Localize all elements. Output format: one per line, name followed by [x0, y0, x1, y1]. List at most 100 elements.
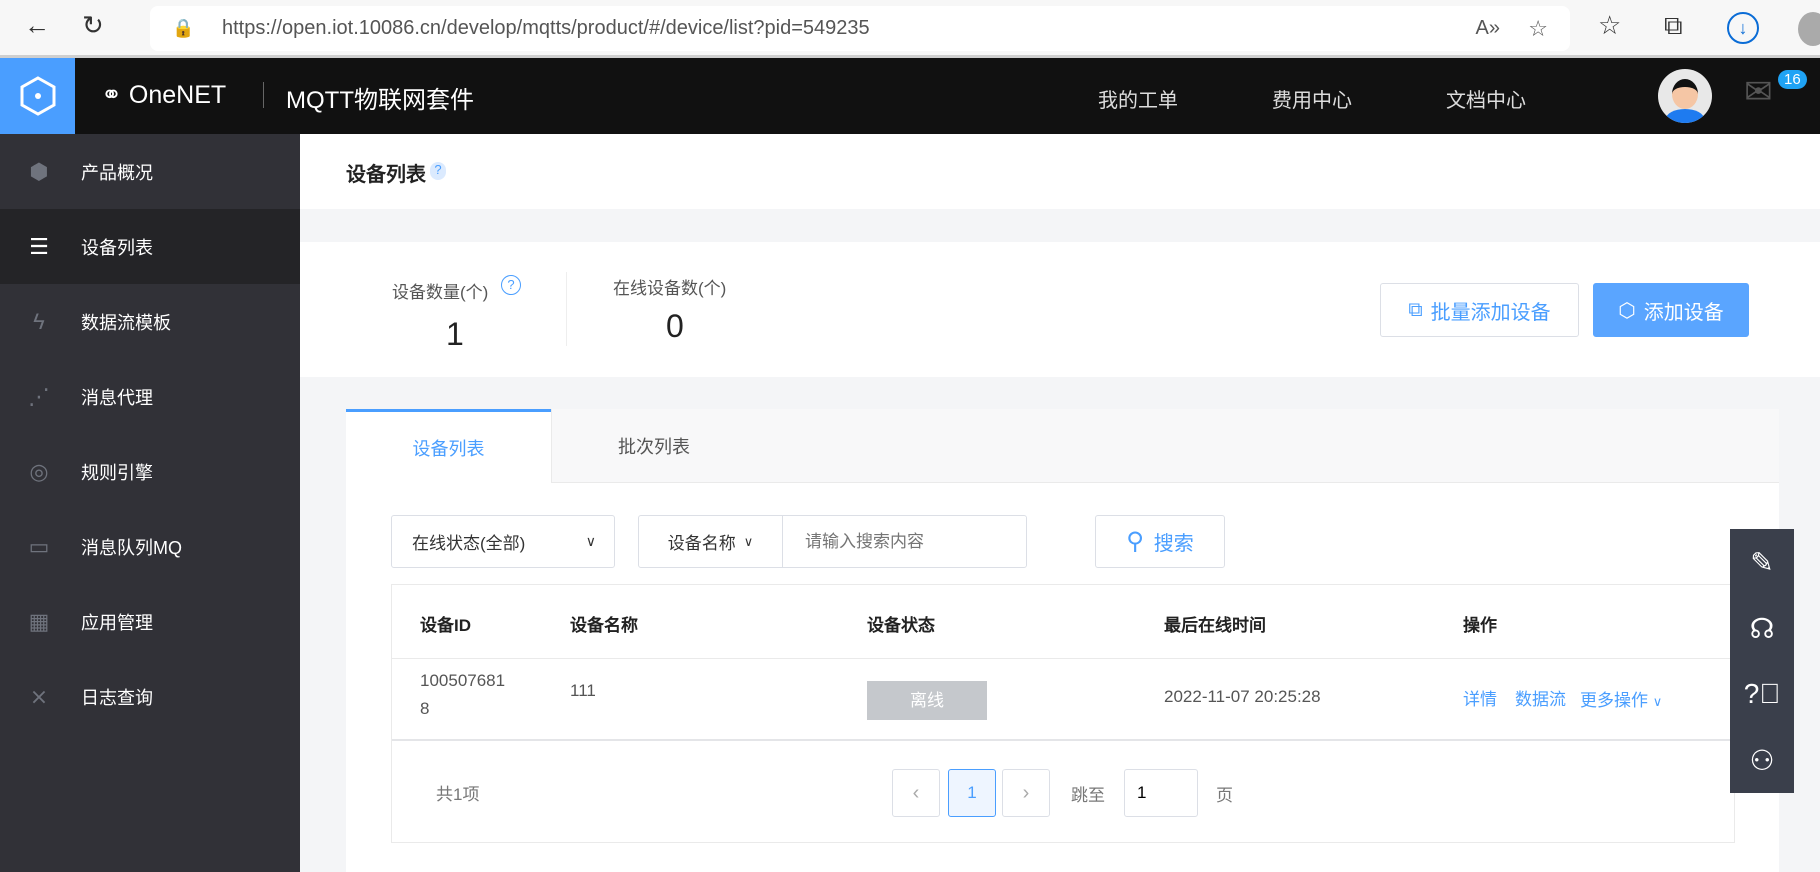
broker-icon: ⋰	[28, 383, 50, 409]
download-icon[interactable]: ↓	[1727, 12, 1759, 44]
profile-icon[interactable]	[1798, 12, 1820, 46]
divider	[263, 82, 264, 108]
device-count-value: 1	[446, 316, 464, 352]
stats-card: 设备数量(个) ? 1 在线设备数(个) 0 ⧉ 批量添加设备 ⬡ 添加设备	[300, 242, 1820, 377]
list-icon: ☰	[29, 233, 49, 259]
batch-icon: ⧉	[1408, 298, 1423, 321]
column-header: 最后在线时间	[1164, 616, 1266, 635]
top-header: ⚭ OneNET MQTT物联网套件 我的工单 费用中心 文档中心 ✉ 16	[0, 58, 1820, 134]
help-icon[interactable]: ?	[430, 162, 446, 180]
mail-icon[interactable]: ✉	[1744, 72, 1773, 112]
tab-batch-list[interactable]: 批次列表	[551, 409, 756, 483]
feedback-pencil-icon[interactable]: ✎	[1730, 529, 1794, 595]
button-label: 添加设备	[1643, 301, 1724, 324]
dropdown-label: 更多操作	[1580, 691, 1648, 710]
mail-badge: 16	[1778, 70, 1807, 89]
floating-toolbar: ✎ ☊ ?⃝ ⚇	[1730, 529, 1794, 793]
refresh-icon[interactable]: ↻	[82, 10, 104, 41]
app-logo[interactable]	[0, 58, 75, 134]
sidebar-item-message-broker[interactable]: ⋰ 消息代理	[0, 359, 300, 434]
sidebar-item-rule-engine[interactable]: ◎ 规则引擎	[0, 434, 300, 509]
search-button[interactable]: ⚲ 搜索	[1095, 515, 1225, 568]
page-1-button[interactable]: 1	[948, 769, 996, 817]
favorites-icon[interactable]: ☆	[1598, 10, 1621, 41]
page-suffix: 页	[1216, 786, 1233, 805]
search-input[interactable]	[783, 517, 1026, 566]
device-id: 100507681	[420, 671, 506, 690]
table-header: 设备ID 设备名称 设备状态 最后在线时间 操作	[392, 585, 1734, 659]
chevron-down-icon: ∨	[743, 533, 754, 549]
box-icon: ⬡	[1618, 299, 1636, 322]
button-label: 批量添加设备	[1430, 301, 1551, 324]
jump-page-input[interactable]	[1124, 769, 1198, 817]
nav-my-tickets[interactable]: 我的工单	[1098, 84, 1178, 113]
collections-icon[interactable]: ⧉	[1664, 10, 1683, 42]
sidebar-label: 数据流模板	[81, 312, 171, 333]
sidebar-item-datastream-template[interactable]: ϟ 数据流模板	[0, 284, 300, 359]
page-title-bar: 设备列表 ?	[300, 134, 1820, 209]
sidebar-label: 日志查询	[81, 687, 153, 708]
device-name: 111	[570, 681, 596, 700]
sidebar-item-log-query[interactable]: ⨯ 日志查询	[0, 659, 300, 734]
sidebar-item-app-management[interactable]: ▦ 应用管理	[0, 584, 300, 659]
hexagon-icon	[20, 76, 55, 116]
button-label: 搜索	[1153, 533, 1194, 555]
read-aloud-icon[interactable]: A»	[1476, 6, 1500, 51]
search-group: 设备名称 ∨	[638, 515, 1027, 568]
help-icon[interactable]: ?	[501, 275, 521, 295]
browser-toolbar: ← ↻ 🔒 https://open.iot.10086.cn/develop/…	[0, 0, 1820, 58]
headset-support-icon[interactable]: ☊	[1730, 595, 1794, 661]
add-favorite-icon[interactable]: ☆	[1528, 6, 1548, 51]
onenet-logo: ⚭ OneNET	[101, 81, 227, 109]
column-header: 设备ID	[420, 616, 471, 635]
sidebar-item-message-queue[interactable]: ▭ 消息队列MQ	[0, 509, 300, 584]
graph-icon: ϟ	[33, 308, 45, 334]
sidebar-label: 规则引擎	[81, 462, 153, 483]
column-header: 操作	[1463, 616, 1497, 635]
device-panel: 设备列表 批次列表 在线状态(全部) ∨ 设备名称 ∨ ⚲ 搜索 设备ID 设备名称 …	[346, 409, 1779, 872]
cube-icon: ⬢	[29, 158, 49, 184]
lock-icon: 🔒	[172, 18, 195, 38]
product-title: MQTT物联网套件	[286, 87, 474, 114]
add-device-button[interactable]: ⬡ 添加设备	[1593, 283, 1749, 337]
nav-docs[interactable]: 文档中心	[1446, 84, 1526, 113]
device-id-wrap: 8	[420, 699, 430, 718]
sidebar-label: 设备列表	[81, 237, 153, 258]
device-table: 设备ID 设备名称 设备状态 最后在线时间 操作 100507681 8 111…	[391, 584, 1735, 843]
nav-billing[interactable]: 费用中心	[1272, 84, 1352, 113]
avatar[interactable]	[1658, 69, 1712, 123]
column-header: 设备状态	[867, 616, 935, 635]
target-icon: ◎	[29, 458, 49, 484]
sidebar-item-overview[interactable]: ⬢ 产品概况	[0, 134, 300, 209]
online-status-select[interactable]: 在线状态(全部) ∨	[391, 515, 615, 568]
sidebar-label: 消息代理	[81, 387, 153, 408]
search-field-select[interactable]: 设备名称 ∨	[639, 516, 783, 567]
next-page-button[interactable]: ›	[1002, 769, 1050, 817]
last-online-time: 2022-11-07 20:25:28	[1164, 687, 1321, 706]
batch-add-device-button[interactable]: ⧉ 批量添加设备	[1380, 283, 1579, 337]
status-badge: 离线	[867, 681, 987, 720]
total-count: 共1项	[436, 785, 480, 804]
back-icon[interactable]: ←	[24, 10, 50, 41]
sidebar-label: 消息队列MQ	[81, 537, 182, 558]
url-text: https://open.iot.10086.cn/develop/mqtts/…	[222, 17, 870, 39]
prev-page-button[interactable]: ‹	[892, 769, 940, 817]
sidebar-label: 应用管理	[81, 612, 153, 633]
more-actions-dropdown[interactable]: 更多操作 ∨	[1580, 686, 1662, 711]
tab-device-list[interactable]: 设备列表	[346, 409, 551, 484]
online-count-label: 在线设备数(个)	[613, 279, 727, 298]
details-link[interactable]: 详情	[1463, 685, 1497, 710]
sidebar-label: 产品概况	[81, 162, 153, 183]
online-count-value: 0	[666, 308, 684, 344]
table-row: 100507681 8 111 离线 2022-11-07 20:25:28 详…	[392, 659, 1734, 741]
help-question-icon[interactable]: ?⃝	[1730, 661, 1794, 727]
community-users-icon[interactable]: ⚇	[1730, 727, 1794, 793]
log-icon: ⨯	[29, 683, 49, 709]
address-bar[interactable]: 🔒 https://open.iot.10086.cn/develop/mqtt…	[150, 6, 1570, 51]
sidebar-item-device-list[interactable]: ☰ 设备列表	[0, 209, 300, 284]
datastream-link[interactable]: 数据流	[1515, 685, 1566, 710]
column-header: 设备名称	[570, 616, 638, 635]
device-count-label: 设备数量(个)	[392, 283, 489, 302]
jump-label: 跳至	[1071, 786, 1105, 805]
queue-icon: ▭	[28, 533, 50, 559]
